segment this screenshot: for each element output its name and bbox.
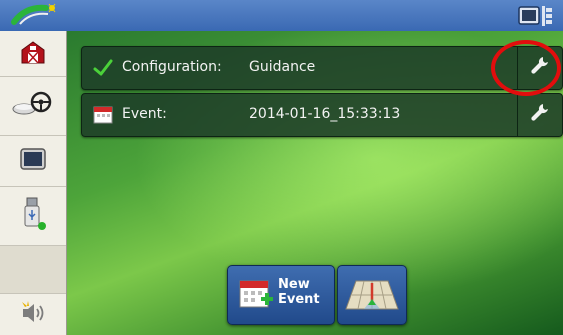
new-event-calendar-icon (238, 278, 274, 316)
farm-barn-icon (19, 38, 47, 70)
configuration-row[interactable]: Configuration: Guidance (81, 46, 563, 90)
sidebar-item-guidance[interactable] (0, 77, 66, 136)
main-panel: Configuration: Guidance Event: 2014-01-1… (67, 31, 563, 335)
alerts-sound-icon (19, 300, 47, 330)
sidebar-item-empty[interactable] (0, 246, 66, 294)
display-menu-icon[interactable] (517, 4, 555, 28)
configuration-label: Configuration: (122, 59, 222, 75)
configuration-wrench-button[interactable] (517, 47, 562, 89)
field-view-icon (344, 277, 400, 317)
wrench-icon (529, 102, 551, 128)
usb-drive-icon (18, 196, 48, 236)
event-label: Event: (122, 106, 167, 122)
new-event-label: New Event (278, 277, 320, 307)
configuration-value: Guidance (249, 59, 316, 75)
sidebar-item-alerts[interactable] (0, 294, 66, 335)
event-row[interactable]: Event: 2014-01-16_15:33:13 (81, 93, 563, 137)
new-event-label-line1: New (278, 277, 310, 292)
event-value: 2014-01-16_15:33:13 (249, 106, 401, 122)
wrench-icon (529, 55, 551, 81)
event-wrench-button[interactable] (517, 94, 562, 136)
sidebar-item-display[interactable] (0, 136, 66, 187)
new-event-label-line2: Event (278, 292, 320, 307)
calendar-icon (93, 105, 113, 129)
checkmark-icon (93, 58, 113, 82)
display-screen-icon (18, 146, 48, 176)
new-event-button[interactable]: New Event (227, 265, 335, 325)
sidebar-item-farm[interactable] (0, 31, 66, 77)
top-bar (0, 0, 563, 32)
field-view-button[interactable] (337, 265, 407, 325)
gps-satellite-logo-icon (6, 2, 62, 30)
sidebar (0, 31, 67, 335)
steering-wheel-icon (11, 89, 55, 123)
sidebar-item-usb[interactable] (0, 187, 66, 246)
